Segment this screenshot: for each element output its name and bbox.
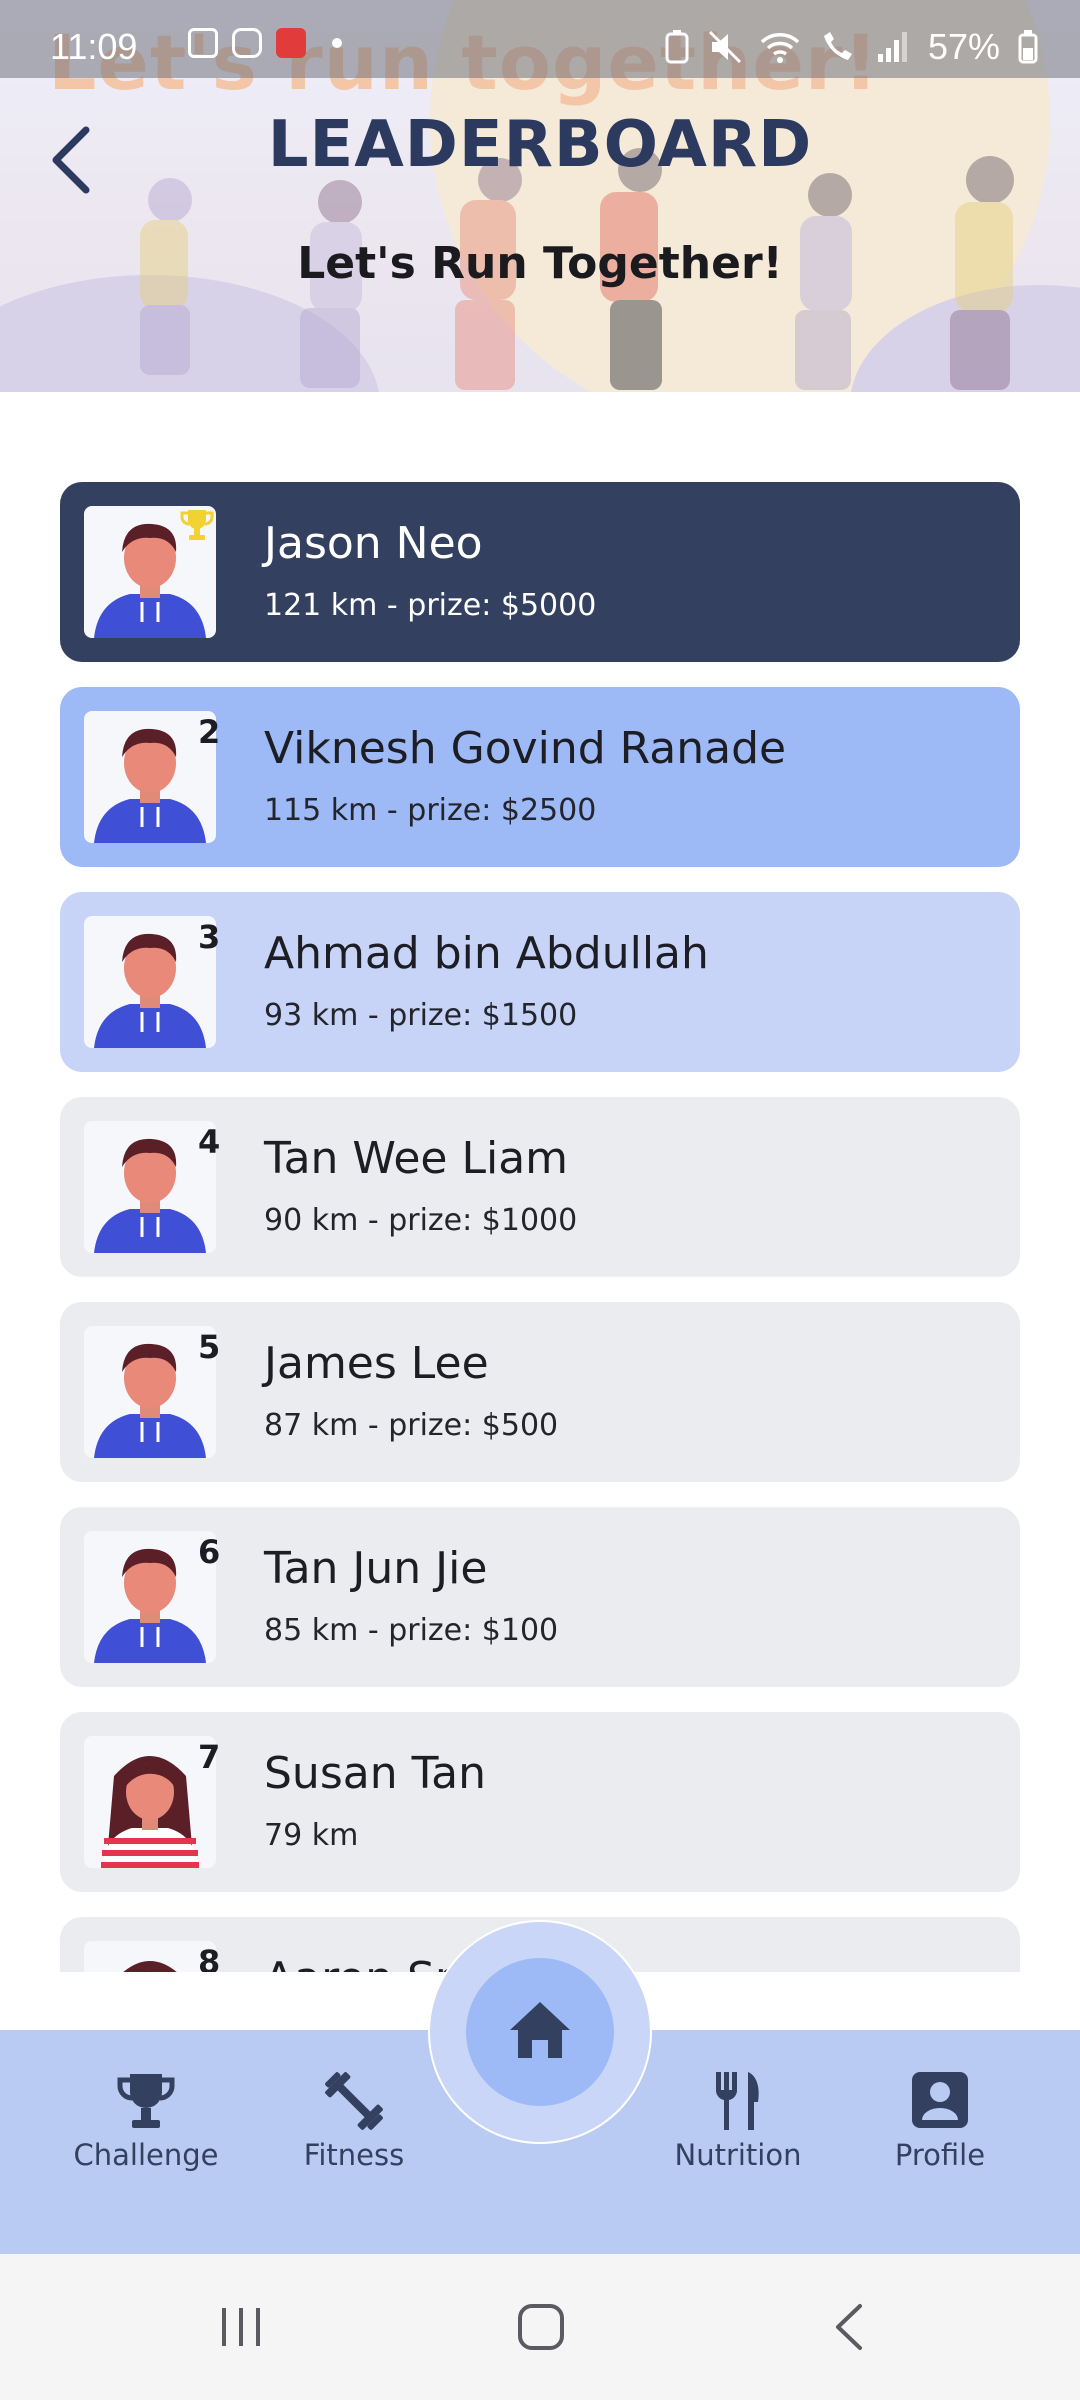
battery-saver-icon — [665, 30, 689, 64]
leaderboard-row[interactable]: 6 Tan Jun Jie 85 km - prize: $100 — [60, 1507, 1020, 1687]
wifi-icon — [760, 33, 800, 63]
runner-name: Viknesh Govind Ranade — [264, 723, 787, 774]
girl-avatar-icon — [101, 1756, 199, 1868]
runner-name: Ahmad bin Abdullah — [264, 928, 709, 979]
leaderboard-row[interactable]: 4 Tan Wee Liam 90 km - prize: $1000 — [60, 1097, 1020, 1277]
boy-avatar-icon — [94, 728, 206, 843]
runner-distance-prize: 85 km - prize: $100 — [264, 1613, 559, 1648]
recent-apps-button[interactable] — [216, 2302, 266, 2356]
nav-nutrition[interactable]: Nutrition — [648, 2070, 828, 2172]
nav-challenge[interactable]: Challenge — [56, 2070, 236, 2172]
nav-fitness-label: Fitness — [303, 2138, 405, 2172]
status-indicators: 57% — [664, 26, 1038, 68]
rank-number: 3 — [198, 918, 221, 956]
runner-distance-prize: 93 km - prize: $1500 — [264, 998, 578, 1033]
profile-icon — [912, 2072, 968, 2128]
page-subtitle: Let's Run Together! — [297, 238, 783, 289]
home-icon — [510, 2002, 570, 2058]
nav-challenge-label: Challenge — [73, 2138, 219, 2172]
instagram-notification-icon — [232, 28, 262, 58]
page-title: LEADERBOARD — [267, 108, 813, 182]
dumbbell-icon — [325, 2072, 383, 2130]
leaderboard-row[interactable]: 2 Viknesh Govind Ranade 115 km - prize: … — [60, 687, 1020, 867]
runner-distance-prize: 90 km - prize: $1000 — [264, 1203, 578, 1238]
gallery-notification-icon — [188, 28, 218, 58]
missed-notification-icon — [276, 28, 306, 58]
mute-icon — [708, 30, 741, 64]
nav-profile-label: Profile — [894, 2138, 986, 2172]
rank-number: 4 — [198, 1123, 221, 1161]
status-bar: 11:09 57% — [0, 0, 1080, 78]
rank-number: 7 — [198, 1738, 221, 1776]
runner-distance-prize: 87 km - prize: $500 — [264, 1408, 559, 1443]
runner-distance-prize: 115 km - prize: $2500 — [264, 793, 597, 828]
wifi-calling-icon — [823, 32, 852, 60]
trophy-icon — [180, 510, 214, 540]
nav-profile[interactable]: Profile — [850, 2070, 1030, 2172]
avatar — [84, 1531, 216, 1663]
leaderboard-row[interactable]: 5 James Lee 87 km - prize: $500 — [60, 1302, 1020, 1482]
girl-avatar-icon — [123, 1961, 177, 1972]
boy-avatar-icon — [94, 1548, 206, 1663]
avatar — [84, 1941, 216, 1972]
battery-percent: 57% — [927, 26, 1000, 67]
avatar — [84, 1121, 216, 1253]
home-button[interactable] — [466, 1958, 614, 2106]
fork-knife-icon — [715, 2072, 759, 2130]
runner-distance-prize: 121 km - prize: $5000 — [264, 588, 597, 623]
nav-nutrition-label: Nutrition — [674, 2138, 802, 2172]
boy-avatar-icon — [94, 933, 206, 1048]
leaderboard-row[interactable]: 3 Ahmad bin Abdullah 93 km - prize: $150… — [60, 892, 1020, 1072]
nav-fitness[interactable]: Fitness — [264, 2070, 444, 2172]
runner-distance-prize: 79 km — [264, 1818, 359, 1853]
avatar — [84, 711, 216, 843]
runner-name: Susan Tan — [264, 1748, 487, 1799]
runner-name: Tan Jun Jie — [264, 1543, 488, 1594]
rank-number: 5 — [198, 1328, 221, 1366]
home-outline-icon — [518, 2304, 564, 2350]
rank-number: 6 — [198, 1533, 221, 1571]
leaderboard-list[interactable]: Jason Neo 121 km - prize: $5000 2 Viknes… — [60, 482, 1020, 1972]
avatar — [84, 1736, 216, 1868]
leaderboard-row[interactable]: 7 Susan Tan 79 km — [60, 1712, 1020, 1892]
system-back-button[interactable] — [826, 2302, 876, 2356]
avatar — [84, 916, 216, 1048]
notification-icons — [188, 28, 342, 58]
boy-avatar-icon — [94, 1138, 206, 1253]
battery-icon — [1018, 30, 1038, 64]
runner-name: Jason Neo — [264, 518, 483, 569]
system-navigation-bar — [0, 2254, 1080, 2400]
rank-number: 8 — [198, 1943, 221, 1972]
header-banner: Let's run together! — [0, 0, 1080, 392]
recent-apps-icon — [222, 2308, 260, 2346]
rank-number: 2 — [198, 713, 221, 751]
runner-name: James Lee — [264, 1338, 489, 1389]
signal-icon — [877, 32, 907, 62]
avatar — [84, 1326, 216, 1458]
runner-name: Aaron Sn — [264, 1953, 463, 1972]
status-time: 11:09 — [50, 26, 138, 67]
back-icon — [836, 2304, 862, 2350]
more-notifications-dot-icon — [332, 38, 342, 48]
runner-name: Tan Wee Liam — [264, 1133, 569, 1184]
system-home-button[interactable] — [516, 2302, 566, 2356]
trophy-icon — [117, 2074, 175, 2128]
leaderboard-row[interactable]: Jason Neo 121 km - prize: $5000 — [60, 482, 1020, 662]
boy-avatar-icon — [94, 1343, 206, 1458]
